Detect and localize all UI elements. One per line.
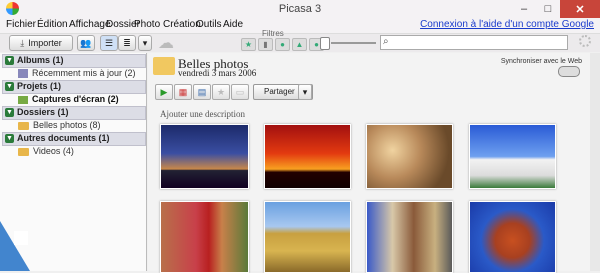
photo-timber-houses-thumbnail[interactable] (366, 201, 453, 273)
filters-label: Filtres (262, 29, 284, 38)
collapse-triangle-icon[interactable]: ▼ (5, 108, 14, 117)
sync-web-toggle[interactable] (558, 66, 580, 77)
sidebar-item-screenshots[interactable]: Captures d'écran (2) (18, 94, 119, 104)
collapse-triangle-icon[interactable]: ▼ (5, 134, 14, 143)
face-filter-icon[interactable]: ▲ (292, 38, 307, 51)
folder-header-icon (153, 57, 175, 75)
folder-icon (18, 147, 29, 156)
save-disk-button[interactable]: ▭ (231, 84, 249, 100)
video-filter-icon[interactable]: ▮ (258, 38, 273, 51)
view-dropdown-button[interactable]: ▾ (138, 35, 152, 51)
section-projects[interactable]: ▼ Projets (1) (2, 80, 146, 94)
photo-city-skyline-thumbnail[interactable] (160, 124, 249, 189)
section-label: Autres documents (1) (17, 133, 110, 143)
maximize-button[interactable]: □ (536, 0, 560, 18)
window-controls: – □ ✕ (512, 0, 600, 18)
section-label: Albums (1) (17, 55, 64, 65)
close-button[interactable]: ✕ (560, 0, 600, 18)
sidebar-item-label: Captures d'écran (2) (32, 94, 119, 104)
menu-photo[interactable]: Photo (134, 19, 160, 30)
section-folders[interactable]: ▼ Dossiers (1) (2, 106, 146, 120)
album-description[interactable]: Ajouter une description (160, 109, 245, 119)
collapse-triangle-icon[interactable]: ▼ (5, 56, 14, 65)
title-bar: Picasa 3 – □ ✕ (0, 0, 600, 18)
share-dropdown-icon[interactable]: ▾ (298, 84, 312, 100)
menu-fichier[interactable]: Fichier (6, 19, 36, 30)
filter-slider-handle[interactable] (320, 37, 330, 50)
sync-web-label: Synchroniser avec le Web (500, 58, 582, 65)
search-input[interactable] (380, 35, 568, 50)
menu-outils[interactable]: Outils (196, 19, 222, 30)
sidebar-item-videos[interactable]: Videos (4) (18, 146, 74, 156)
slideshow-play-button[interactable]: ▶ (155, 84, 173, 100)
photo-camels-sunset-thumbnail[interactable] (264, 124, 351, 189)
search-icon: ⌕ (383, 36, 389, 47)
filter-buttons: ★ ▮ ● ▲ ● (241, 38, 324, 51)
upload-web-icon[interactable]: ☁ (158, 33, 174, 53)
list-view-button[interactable]: ≣ (118, 35, 136, 51)
share-label: Partager (264, 87, 295, 96)
menu-aide[interactable]: Aide (223, 19, 243, 30)
loading-spinner-icon (579, 35, 591, 47)
folder-icon (18, 121, 29, 130)
section-label: Dossiers (1) (17, 107, 69, 117)
photo-pharaoh-statues-thumbnail[interactable] (366, 124, 453, 189)
photo-red-door-thumbnail[interactable] (160, 201, 249, 273)
filter-slider[interactable] (331, 42, 376, 44)
menu-affichage[interactable]: Affichage (69, 19, 111, 30)
sidebar-item-label: Videos (4) (33, 146, 74, 156)
section-label: Projets (1) (17, 81, 62, 91)
import-button[interactable]: ⤓ Importer (9, 35, 73, 51)
help-sign-in-link[interactable]: Connexion à l'aide d'un compte Google (420, 19, 594, 30)
section-albums[interactable]: ▼ Albums (1) (2, 54, 146, 68)
window-title: Picasa 3 (278, 3, 322, 15)
collapse-triangle-icon[interactable]: ▼ (5, 82, 14, 91)
section-other-documents[interactable]: ▼ Autres documents (1) (2, 132, 146, 146)
star-button[interactable]: ★ (212, 84, 230, 100)
star-filter-icon[interactable]: ★ (241, 38, 256, 51)
minimize-button[interactable]: – (512, 0, 536, 18)
vertical-scrollbar[interactable] (590, 53, 600, 271)
movie-button[interactable]: ▤ (193, 84, 211, 100)
watermark-logo-icon (0, 221, 30, 271)
add-people-button[interactable]: 👥 (77, 35, 95, 51)
sidebar-item-label: Récemment mis à jour (2) (32, 68, 136, 78)
import-icon: ⤓ (20, 37, 25, 48)
folder-date: vendredi 3 mars 2006 (178, 68, 257, 78)
thumbnail-view-button[interactable]: ☰ (100, 35, 118, 51)
collage-button[interactable]: ▦ (174, 84, 192, 100)
menu-edition[interactable]: Édition (37, 19, 68, 30)
screenshot-project-icon (18, 95, 28, 104)
recent-album-icon (18, 69, 28, 79)
import-label: Importer (28, 38, 62, 48)
photo-red-rock-thumbnail[interactable] (469, 201, 556, 273)
sidebar-item-belles-photos[interactable]: Belles photos (8) (18, 120, 101, 130)
sidebar-item-label: Belles photos (8) (33, 120, 101, 130)
person-filter-icon[interactable]: ● (275, 38, 290, 51)
sidebar-item-recent[interactable]: Récemment mis à jour (2) (18, 68, 136, 79)
photo-desert-road-thumbnail[interactable] (264, 201, 351, 273)
menu-bar: Fichier Édition Affichage Dossier Photo … (0, 18, 600, 34)
photo-capitol-building-thumbnail[interactable] (469, 124, 556, 189)
